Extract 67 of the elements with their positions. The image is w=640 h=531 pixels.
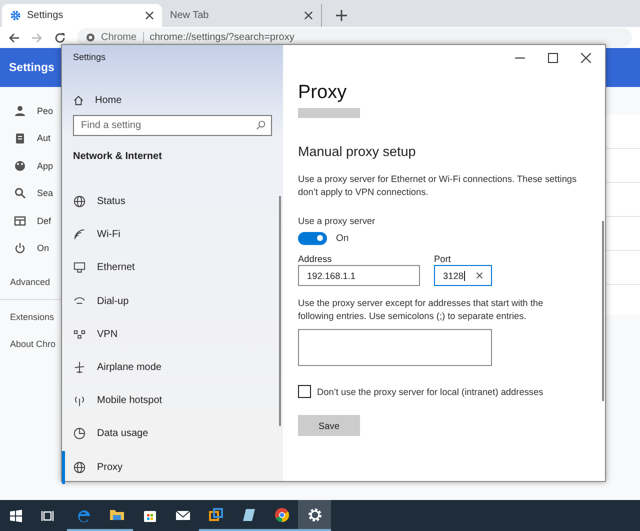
home-link[interactable]: Home bbox=[73, 93, 272, 107]
exceptions-field[interactable] bbox=[298, 329, 492, 366]
sidebar-item[interactable]: Aut bbox=[0, 124, 60, 152]
nav-item[interactable]: Data usage bbox=[62, 417, 272, 450]
address-field[interactable]: 192.168.1.1 bbox=[298, 265, 420, 286]
toggle-label: Use a proxy server bbox=[298, 216, 376, 226]
close-icon[interactable] bbox=[145, 11, 154, 20]
browser-icon bbox=[14, 214, 26, 227]
browser-tab[interactable]: Settings bbox=[2, 4, 162, 27]
sidebar-item[interactable]: Def bbox=[0, 207, 60, 234]
monitor-icon bbox=[73, 261, 86, 274]
nav-item[interactable]: Ethernet bbox=[62, 251, 272, 285]
field-label: Address bbox=[298, 254, 333, 264]
window-title: Settings bbox=[73, 52, 107, 64]
advanced-section[interactable]: Advanced bbox=[0, 262, 60, 295]
sidebar-link[interactable]: Extensions bbox=[0, 308, 60, 335]
checkbox[interactable] bbox=[298, 385, 311, 398]
clipboard-icon bbox=[14, 132, 26, 144]
reload-icon[interactable] bbox=[54, 32, 66, 44]
antenna-icon bbox=[73, 394, 86, 408]
port-field[interactable]: 3128 bbox=[434, 265, 492, 286]
nav-item[interactable]: Dial-up bbox=[62, 284, 272, 318]
url-text: chrome://settings/?search=proxy bbox=[150, 32, 294, 43]
taskbar-button[interactable] bbox=[298, 500, 331, 531]
windows-start-icon[interactable] bbox=[9, 508, 23, 522]
gear-icon bbox=[10, 10, 21, 21]
page-title: Settings bbox=[9, 62, 54, 74]
new-tab-icon[interactable] bbox=[336, 10, 347, 21]
toggle-switch[interactable] bbox=[298, 232, 327, 245]
globe-icon bbox=[73, 195, 86, 208]
nav-item[interactable]: Proxy bbox=[62, 450, 272, 484]
pie-chart-icon bbox=[73, 427, 86, 440]
field-label: Port bbox=[434, 254, 452, 264]
nav-item[interactable]: Airplane mode bbox=[62, 350, 272, 384]
nav-item[interactable]: Wi-Fi bbox=[62, 218, 272, 252]
sidebar-item[interactable]: App bbox=[0, 152, 60, 180]
globe-icon bbox=[73, 460, 86, 474]
description-text: Use a proxy server for Ethernet or Wi-Fi connections. These settings don’t apply to VPN connections. bbox=[298, 173, 578, 198]
sidebar-item[interactable]: Peo bbox=[0, 97, 60, 124]
network-icon bbox=[73, 328, 86, 341]
toggle-state: On bbox=[336, 233, 349, 244]
section-heading: Network & Internet bbox=[73, 151, 163, 164]
search-icon bbox=[14, 187, 26, 200]
nav-item[interactable]: VPN bbox=[62, 318, 272, 351]
sidebar-item[interactable]: On bbox=[0, 234, 60, 262]
nav-item[interactable]: Status bbox=[62, 185, 272, 218]
sidebar-item[interactable]: Sea bbox=[0, 180, 60, 207]
save-button[interactable]: Save bbox=[298, 415, 360, 436]
search-icon bbox=[256, 120, 266, 130]
person-icon bbox=[14, 104, 26, 117]
description-text: Use the proxy server except for addresses that start with the following entries. Use semicolons (;) to separate entries. bbox=[298, 297, 544, 322]
close-icon[interactable] bbox=[581, 53, 591, 63]
back-icon[interactable] bbox=[8, 32, 20, 44]
search-field[interactable]: Find a setting bbox=[73, 115, 272, 136]
site-label: Chrome bbox=[101, 32, 137, 43]
clear-icon[interactable] bbox=[476, 272, 483, 279]
chrome-logo-icon bbox=[86, 33, 95, 42]
nav-item[interactable]: Mobile hotspot bbox=[62, 384, 272, 418]
home-icon bbox=[73, 94, 84, 106]
checkbox-label: Don’t use the proxy server for local (intranet) addresses bbox=[317, 386, 544, 396]
close-icon[interactable] bbox=[304, 11, 313, 20]
power-icon bbox=[14, 242, 26, 254]
section-heading: Manual proxy setup bbox=[298, 144, 417, 161]
task-view-icon[interactable] bbox=[41, 508, 55, 522]
page-heading: Proxy bbox=[298, 82, 348, 104]
maximize-icon[interactable] bbox=[548, 53, 558, 63]
sidebar-link[interactable]: About Chro bbox=[0, 335, 60, 362]
